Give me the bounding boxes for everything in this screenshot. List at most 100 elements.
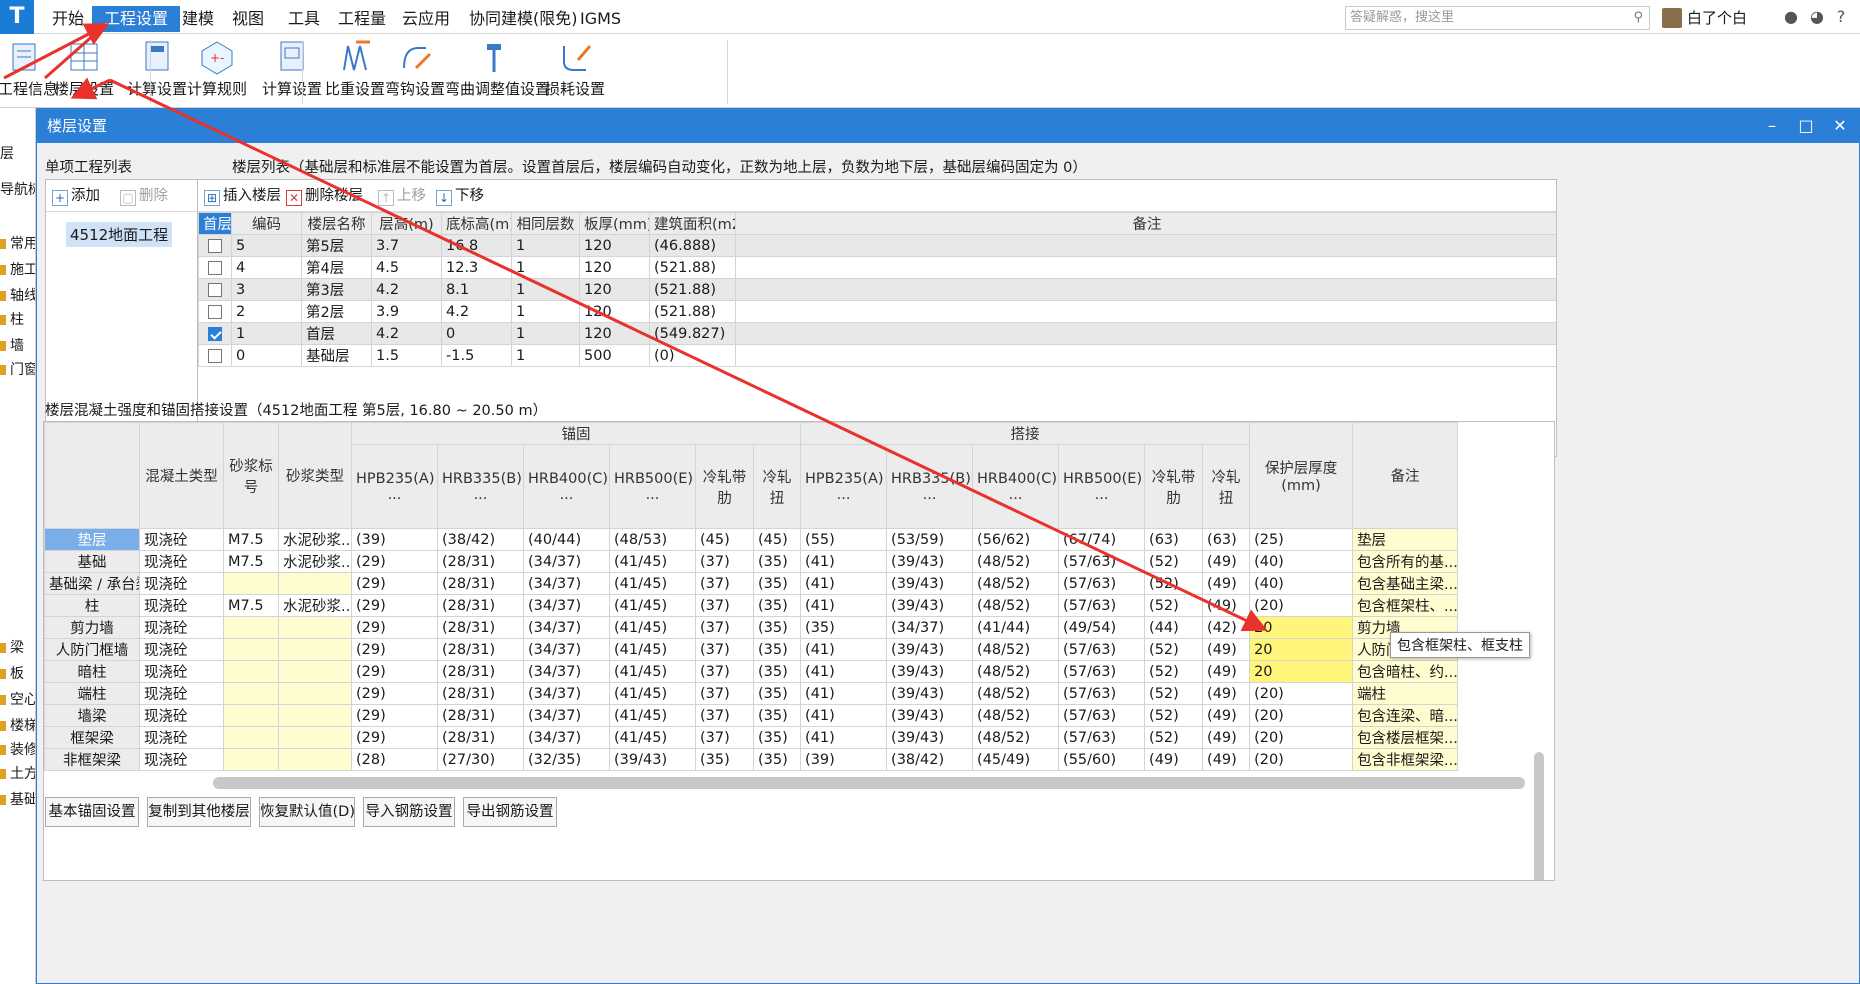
lap-cell[interactable]: (48/52) — [972, 638, 1060, 661]
anchor-cell[interactable]: (29) — [351, 616, 438, 639]
floor-cell-bottom[interactable]: 0 — [441, 322, 512, 345]
lap-cell[interactable]: (57/63) — [1058, 638, 1146, 661]
first-floor-checkbox[interactable] — [208, 282, 222, 297]
nav-item-7[interactable]: 门窗 — [0, 358, 35, 382]
mortar-grade-cell[interactable] — [223, 638, 279, 661]
conc-row-header[interactable]: 垫层 — [44, 528, 140, 551]
horizontal-scrollbar[interactable] — [213, 777, 1525, 789]
search-input[interactable]: 答疑解惑，搜这里 ⚲ — [1345, 6, 1650, 30]
anchor-cell[interactable]: (34/37) — [523, 572, 610, 595]
lap-cell[interactable]: (48/52) — [972, 572, 1060, 595]
anchor-cell[interactable]: (41/45) — [609, 616, 696, 639]
anchor-cell[interactable]: (28/31) — [437, 616, 524, 639]
delete-floor-button[interactable]: ✕ 删除楼层 — [286, 185, 363, 207]
bottom-button-1[interactable]: 复制到其他楼层 — [147, 797, 251, 827]
nav-item-10[interactable]: 空心 — [0, 688, 35, 712]
anchor-cell[interactable]: (29) — [351, 704, 438, 727]
headset-icon[interactable]: ◕ — [1806, 6, 1828, 28]
conc-row[interactable]: 基础梁 / 承台梁现浇砼 (29)(28/31)(34/37)(41/45)(37… — [44, 572, 1459, 595]
nav-item-13[interactable]: 土方 — [0, 762, 35, 786]
lap-cell[interactable]: (49) — [1202, 726, 1251, 749]
mortar-type-cell[interactable] — [278, 748, 352, 771]
nav-item-11[interactable]: 楼梯 — [0, 714, 35, 738]
floor-cell-height[interactable]: 4.5 — [371, 256, 442, 279]
floor-col-header[interactable]: 层高(m) — [371, 212, 442, 235]
lap-cell[interactable]: (49) — [1202, 550, 1251, 573]
ribbon-button-2[interactable]: 计算设置 — [127, 38, 187, 106]
floor-cell-height[interactable]: 3.7 — [371, 234, 442, 257]
floor-cell-same[interactable]: 1 — [511, 322, 580, 345]
add-project-button[interactable]: + 添加 — [52, 185, 100, 207]
lap-cell[interactable]: (49) — [1202, 594, 1251, 617]
lap-cell[interactable]: (48/52) — [972, 550, 1060, 573]
conc-type-cell[interactable]: 现浇砼 — [139, 704, 224, 727]
floor-cell-area[interactable]: (549.827) — [649, 322, 736, 345]
anchor-cell[interactable]: (32/35) — [523, 748, 610, 771]
note-cell[interactable]: 包含暗柱、约... — [1352, 660, 1459, 683]
ribbon-button-5[interactable]: 比重设置 — [324, 38, 386, 106]
insert-floor-button[interactable]: ⊞ 插入楼层 — [204, 185, 281, 207]
minimize-button[interactable]: – — [1757, 109, 1787, 143]
avatar[interactable] — [1662, 8, 1682, 28]
menu-3[interactable]: 视图 — [220, 6, 276, 32]
help-icon[interactable]: ? — [1830, 6, 1852, 28]
lap-cell[interactable]: (34/37) — [886, 616, 974, 639]
lap-cell[interactable]: (41) — [800, 704, 888, 727]
anchor-cell[interactable]: (28/31) — [437, 594, 524, 617]
cover-cell[interactable]: 20 — [1249, 638, 1354, 661]
lap-cell[interactable]: (55) — [800, 528, 888, 551]
lap-cell[interactable]: (39/43) — [886, 726, 974, 749]
conc-row[interactable]: 垫层 现浇砼 M7.5 水泥砂浆... (39) (38/42) (40/44) (48/53… — [44, 528, 1459, 551]
anchor-cell[interactable]: (27/30) — [437, 748, 524, 771]
lap-cell[interactable]: (52) — [1144, 638, 1204, 661]
nav-item-1[interactable]: 导航树 — [0, 178, 35, 202]
delete-project-button[interactable]: ▢ 删除 — [120, 185, 168, 207]
lap-cell[interactable]: (48/52) — [972, 682, 1060, 705]
floor-col-header[interactable]: 编码 — [231, 212, 302, 235]
lap-cell[interactable]: (52) — [1144, 682, 1204, 705]
floor-cell-code[interactable]: 4 — [231, 256, 302, 279]
conc-row-header[interactable]: 柱 — [44, 594, 140, 617]
anchor-cell[interactable]: (29) — [351, 726, 438, 749]
note-cell[interactable]: 包含楼层框架... — [1352, 726, 1459, 749]
nav-item-14[interactable]: 基础 — [0, 788, 35, 812]
note-cell[interactable]: 包含框架柱、... — [1352, 594, 1459, 617]
anchor-cell[interactable]: (39/43) — [609, 748, 696, 771]
anchor-cell[interactable]: (28/31) — [437, 660, 524, 683]
mortar-type-cell[interactable]: 水泥砂浆... — [278, 528, 352, 551]
floor-col-header[interactable]: 板厚(mm) — [579, 212, 650, 235]
anchor-cell[interactable]: (37) — [695, 550, 754, 573]
lap-cell[interactable]: (39) — [800, 748, 888, 771]
lap-cell[interactable]: (39/43) — [886, 682, 974, 705]
anchor-cell[interactable]: (37) — [695, 726, 754, 749]
anchor-cell[interactable]: (34/37) — [523, 638, 610, 661]
nav-item-9[interactable]: 板 — [0, 662, 35, 686]
anchor-cell[interactable]: (34/37) — [523, 616, 610, 639]
floor-cell-note[interactable] — [735, 300, 1556, 323]
ribbon-button-6[interactable]: 弯钩设置 — [385, 38, 445, 106]
floor-col-header[interactable]: 备注 — [735, 212, 1556, 235]
lap-cell[interactable]: (49) — [1144, 748, 1204, 771]
floor-cell-height[interactable]: 1.5 — [371, 344, 442, 367]
conc-row-header[interactable]: 剪力墙 — [44, 616, 140, 639]
mortar-type-cell[interactable] — [278, 572, 352, 595]
cover-cell[interactable]: 20 — [1249, 616, 1354, 639]
first-floor-checkbox[interactable] — [208, 304, 222, 319]
lap-cell[interactable]: (39/43) — [886, 660, 974, 683]
lap-cell[interactable]: (44) — [1144, 616, 1204, 639]
floor-cell-name[interactable]: 基础层 — [301, 344, 372, 367]
lap-cell[interactable]: (52) — [1144, 726, 1204, 749]
mortar-grade-cell[interactable] — [223, 572, 279, 595]
lap-cell[interactable]: (52) — [1144, 550, 1204, 573]
lap-cell[interactable]: (48/52) — [972, 660, 1060, 683]
floor-row[interactable]: 3 第3层 4.2 8.1 1 120 (521.88) — [198, 278, 1556, 301]
maximize-button[interactable]: □ — [1791, 109, 1821, 143]
anchor-cell[interactable]: (28/31) — [437, 704, 524, 727]
floor-col-header[interactable]: 底标高(m) — [441, 212, 512, 235]
mortar-type-cell[interactable] — [278, 704, 352, 727]
anchor-cell[interactable]: (37) — [695, 660, 754, 683]
lap-cell[interactable]: (52) — [1144, 660, 1204, 683]
anchor-cell[interactable]: (38/42) — [437, 528, 524, 551]
ribbon-button-0[interactable]: 工程信息 — [0, 38, 58, 106]
search-icon[interactable]: ⚲ — [1633, 7, 1643, 29]
